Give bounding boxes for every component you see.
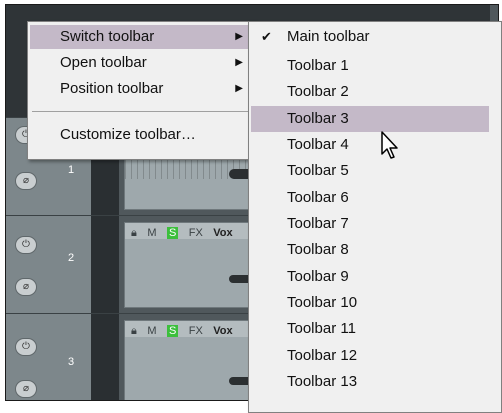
submenu-item-label: Toolbar 6 (287, 189, 349, 206)
submenu-item-label: Toolbar 5 (287, 162, 349, 179)
item-label: Vox (213, 325, 233, 337)
submenu-item-toolbar-4[interactable]: Toolbar 4 (251, 132, 489, 158)
submenu-item-toolbar-9[interactable]: Toolbar 9 (251, 264, 489, 290)
submenu-item-label: Toolbar 1 (287, 57, 349, 74)
item-label: Vox (213, 227, 233, 239)
lock-icon[interactable]: 🔒︎ (131, 325, 137, 337)
submenu-item-toolbar-8[interactable]: Toolbar 8 (251, 237, 489, 263)
power-icon[interactable]: ⏻ (15, 338, 37, 356)
submenu-item-label: Toolbar 3 (287, 110, 349, 127)
submenu-item-label: Toolbar 7 (287, 215, 349, 232)
submenu-item-label: Toolbar 13 (287, 373, 358, 390)
track-strip (91, 216, 119, 314)
submenu-item-toolbar-1[interactable]: Toolbar 1 (251, 53, 489, 79)
track-number: 1 (68, 164, 75, 176)
submenu-item-toolbar-6[interactable]: Toolbar 6 (251, 185, 489, 211)
submenu-item-toolbar-7[interactable]: Toolbar 7 (251, 211, 489, 237)
phase-icon[interactable]: ⌀ (15, 278, 37, 296)
phase-icon[interactable]: ⌀ (15, 172, 37, 190)
submenu-item-toolbar-10[interactable]: Toolbar 10 (251, 290, 489, 316)
track-number: 2 (68, 252, 75, 264)
fx-icon[interactable]: FX (189, 227, 203, 239)
submenu-item-toolbar-11[interactable]: Toolbar 11 (251, 316, 489, 342)
submenu-item-label: Toolbar 11 (287, 320, 356, 337)
envelope-icon[interactable]: S (166, 325, 179, 337)
toolbar-context-menu: Switch toolbar ▶ Open toolbar ▶ Position… (27, 21, 255, 160)
checkmark-icon: ✔ (261, 29, 272, 44)
track-strip (91, 314, 119, 400)
menu-separator (32, 111, 248, 112)
menu-item-label: Customize toolbar… (60, 126, 196, 143)
track-number: 3 (68, 356, 75, 368)
submenu-item-label: Toolbar 8 (287, 241, 349, 258)
submenu-item-toolbar-13[interactable]: Toolbar 13 (251, 369, 489, 395)
menu-item-position-toolbar[interactable]: Position toolbar ▶ (30, 77, 252, 101)
track-control-panel[interactable]: ⏻ ⌀ 2 (6, 216, 92, 314)
power-icon[interactable]: ⏻ (15, 236, 37, 254)
menu-item-open-toolbar[interactable]: Open toolbar ▶ (30, 51, 252, 75)
menu-item-label: Position toolbar (60, 80, 164, 97)
fx-icon[interactable]: FX (189, 325, 203, 337)
menu-item-customize-toolbar[interactable]: Customize toolbar… (30, 123, 252, 147)
lock-icon[interactable]: 🔒︎ (131, 227, 137, 239)
submenu-item-toolbar-2[interactable]: Toolbar 2 (251, 79, 489, 105)
submenu-item-label: Toolbar 2 (287, 83, 349, 100)
envelope-icon[interactable]: S (166, 227, 179, 239)
submenu-item-main-toolbar[interactable]: ✔ Main toolbar (251, 24, 489, 50)
mouse-cursor-icon (381, 131, 398, 159)
submenu-item-label: Toolbar 9 (287, 268, 349, 285)
submenu-item-label: Toolbar 4 (287, 136, 349, 153)
submenu-item-toolbar-3[interactable]: Toolbar 3 (251, 106, 489, 132)
menu-item-label: Open toolbar (60, 54, 147, 71)
submenu-item-label: Main toolbar (287, 28, 370, 45)
submenu-item-label: Toolbar 12 (287, 347, 358, 364)
submenu-arrow-icon: ▶ (235, 57, 243, 68)
mute-icon[interactable]: M (147, 227, 156, 239)
menu-item-label: Switch toolbar (60, 28, 155, 45)
switch-toolbar-submenu: ✔ Main toolbar Toolbar 1 Toolbar 2 Toolb… (248, 21, 502, 413)
submenu-arrow-icon: ▶ (235, 31, 243, 42)
phase-icon[interactable]: ⌀ (15, 380, 37, 398)
submenu-arrow-icon: ▶ (235, 83, 243, 94)
submenu-item-toolbar-5[interactable]: Toolbar 5 (251, 158, 489, 184)
submenu-item-toolbar-12[interactable]: Toolbar 12 (251, 343, 489, 369)
submenu-item-label: Toolbar 10 (287, 294, 358, 311)
mute-icon[interactable]: M (147, 325, 156, 337)
menu-item-switch-toolbar[interactable]: Switch toolbar ▶ (30, 25, 252, 49)
track-control-panel[interactable]: ⏻ ⌀ 3 (6, 314, 92, 400)
